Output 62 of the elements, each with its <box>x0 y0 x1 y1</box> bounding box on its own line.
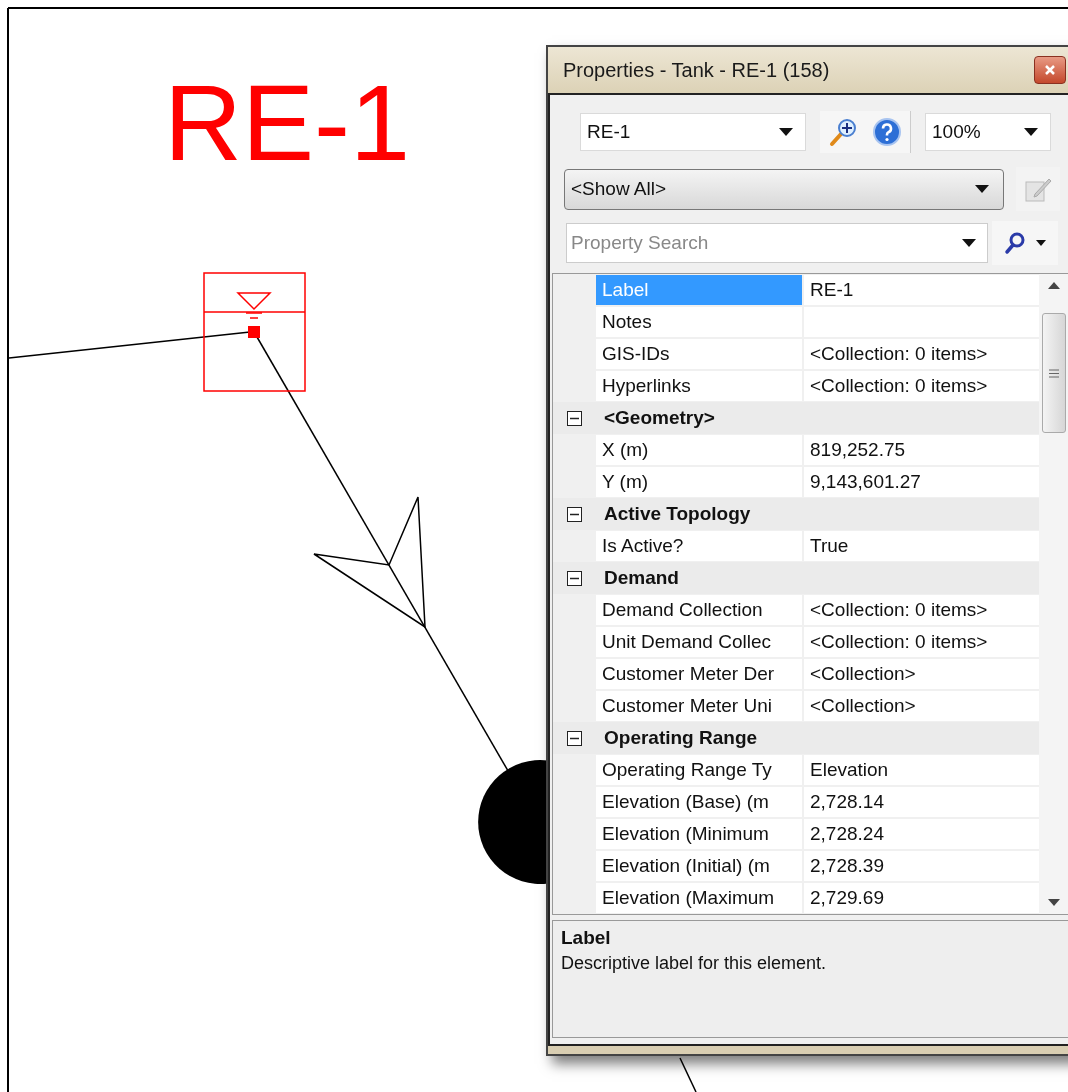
collapse-icon[interactable] <box>567 506 582 522</box>
property-name[interactable]: Hyperlinks <box>596 371 802 401</box>
property-name[interactable]: Demand Collection <box>596 595 802 625</box>
zoom-in-icon <box>828 117 858 147</box>
grip-icon <box>1049 368 1059 378</box>
property-value[interactable]: <Collection: 0 items> <box>804 627 1039 657</box>
pipe-line <box>679 1057 697 1092</box>
filter-dropdown[interactable]: <Show All> <box>564 168 1004 210</box>
window-title: Properties - Tank - RE-1 (158) <box>563 58 830 82</box>
close-button[interactable] <box>1034 56 1066 84</box>
property-value[interactable]: 2,728.39 <box>804 851 1039 881</box>
property-value[interactable]: Elevation <box>804 755 1039 785</box>
property-name[interactable]: Elevation (Initial) (m <box>596 851 802 881</box>
property-name[interactable]: Unit Demand Collec <box>596 627 802 657</box>
property-value[interactable]: <Collection: 0 items> <box>804 595 1039 625</box>
collapse-icon[interactable] <box>567 730 582 746</box>
property-name[interactable]: GIS-IDs <box>596 339 802 369</box>
property-name[interactable]: Elevation (Minimum <box>596 819 802 849</box>
property-value[interactable]: 819,252.75 <box>804 435 1039 465</box>
close-icon <box>1044 64 1056 76</box>
property-value[interactable]: <Collection> <box>804 691 1039 721</box>
property-value[interactable]: True <box>804 531 1039 561</box>
caret-icon <box>962 239 976 247</box>
property-value[interactable]: 2,729.69 <box>804 883 1039 913</box>
property-name[interactable]: Y (m) <box>596 467 802 497</box>
property-value[interactable]: <Collection> <box>804 659 1039 689</box>
description-title: Label <box>561 927 612 949</box>
search-button[interactable] <box>992 221 1058 265</box>
scroll-up-icon <box>1048 282 1060 289</box>
property-name[interactable]: Is Active? <box>596 531 802 561</box>
property-name[interactable]: Elevation (Maximum <box>596 883 802 913</box>
scroll-down-icon <box>1048 899 1060 906</box>
search-icon <box>1004 231 1026 255</box>
category-header[interactable]: <Geometry> <box>596 407 715 429</box>
property-name[interactable]: Elevation (Base) (m <box>596 787 802 817</box>
property-name[interactable]: Notes <box>596 307 802 337</box>
element-dropdown[interactable]: RE-1 <box>580 113 806 151</box>
scrollbar[interactable] <box>1039 274 1068 914</box>
property-value[interactable]: 2,728.24 <box>804 819 1039 849</box>
property-name[interactable]: X (m) <box>596 435 802 465</box>
collapse-icon[interactable] <box>567 570 582 586</box>
caret-icon <box>1036 240 1046 246</box>
property-value[interactable]: 2,728.14 <box>804 787 1039 817</box>
property-search-field[interactable]: Property Search <box>566 223 988 263</box>
element-label: RE-1 <box>164 62 411 183</box>
property-value[interactable]: <Collection: 0 items> <box>804 339 1039 369</box>
caret-icon <box>779 128 793 136</box>
description-text: Descriptive label for this element. <box>561 953 828 974</box>
caret-icon <box>1024 128 1038 136</box>
scroll-thumb[interactable] <box>1042 313 1066 433</box>
property-value[interactable]: RE-1 <box>804 275 1039 305</box>
property-value[interactable]: 9,143,601.27 <box>804 467 1039 497</box>
help-icon <box>872 117 902 147</box>
property-name[interactable]: Customer Meter Uni <box>596 691 802 721</box>
caret-icon <box>975 185 989 193</box>
collapse-icon[interactable] <box>567 410 582 426</box>
tank-symbol[interactable] <box>203 272 306 392</box>
property-name[interactable]: Operating Range Ty <box>596 755 802 785</box>
category-header[interactable]: Demand <box>596 567 679 589</box>
property-name[interactable]: Customer Meter Der <box>596 659 802 689</box>
property-value[interactable]: <Collection: 0 items> <box>804 371 1039 401</box>
zoom-dropdown[interactable]: 100% <box>925 113 1051 151</box>
